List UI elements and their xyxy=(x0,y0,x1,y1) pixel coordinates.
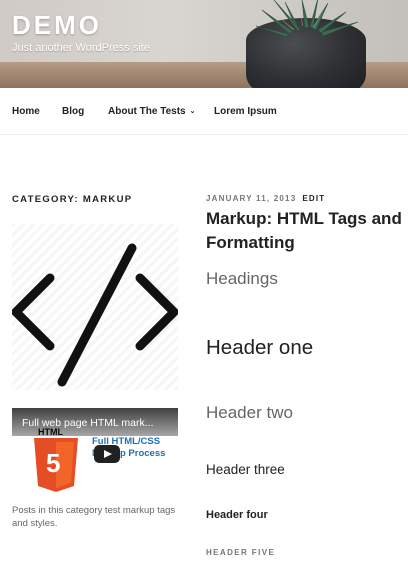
nav-item-label: Blog xyxy=(62,106,85,117)
svg-text:5: 5 xyxy=(46,448,60,478)
nav-item-blog[interactable]: Blog xyxy=(62,106,84,117)
post-date[interactable]: JANUARY 11, 2013 xyxy=(206,194,296,203)
site-description: Just another WordPress site xyxy=(12,42,150,54)
category-description: Posts in this category test markup tags … xyxy=(12,505,176,529)
video-title[interactable]: Full web page HTML mark... xyxy=(22,417,154,429)
category-image xyxy=(11,224,179,390)
heading-two: Header two xyxy=(206,403,293,422)
edit-link[interactable]: EDIT xyxy=(302,194,325,203)
header-banner: DEMO Just another WordPress site xyxy=(0,0,408,88)
post-title[interactable]: Markup: HTML Tags and Formatting xyxy=(206,207,402,255)
nav-item-about-the-tests[interactable]: About The Tests ⌄ xyxy=(108,106,195,117)
nav-item-lorem-ipsum[interactable]: Lorem Ipsum xyxy=(214,106,277,117)
site-title[interactable]: DEMO xyxy=(12,10,102,41)
section-heading: Headings xyxy=(206,269,278,288)
chevron-down-icon: ⌄ xyxy=(189,108,196,115)
heading-three: Header three xyxy=(206,462,285,477)
nav-item-label: Lorem Ipsum xyxy=(214,106,277,117)
post-meta: JANUARY 11, 2013 EDIT xyxy=(206,194,325,203)
heading-five: HEADER FIVE xyxy=(206,548,276,557)
nav-item-home[interactable]: Home xyxy=(12,106,40,117)
category-video[interactable]: 5 HTML Full web page HTML mark... Full H… xyxy=(12,408,178,501)
code-brackets-icon xyxy=(11,243,179,387)
category-title: CATEGORY: MARKUP xyxy=(12,194,133,205)
nav-item-label: About The Tests xyxy=(108,106,186,117)
nav-item-label: Home xyxy=(12,106,40,117)
heading-one: Header one xyxy=(206,336,314,359)
main-navigation: Home Blog About The Tests ⌄ Lorem Ipsum xyxy=(0,88,408,135)
play-icon[interactable] xyxy=(94,445,120,463)
heading-four: Header four xyxy=(206,509,268,521)
